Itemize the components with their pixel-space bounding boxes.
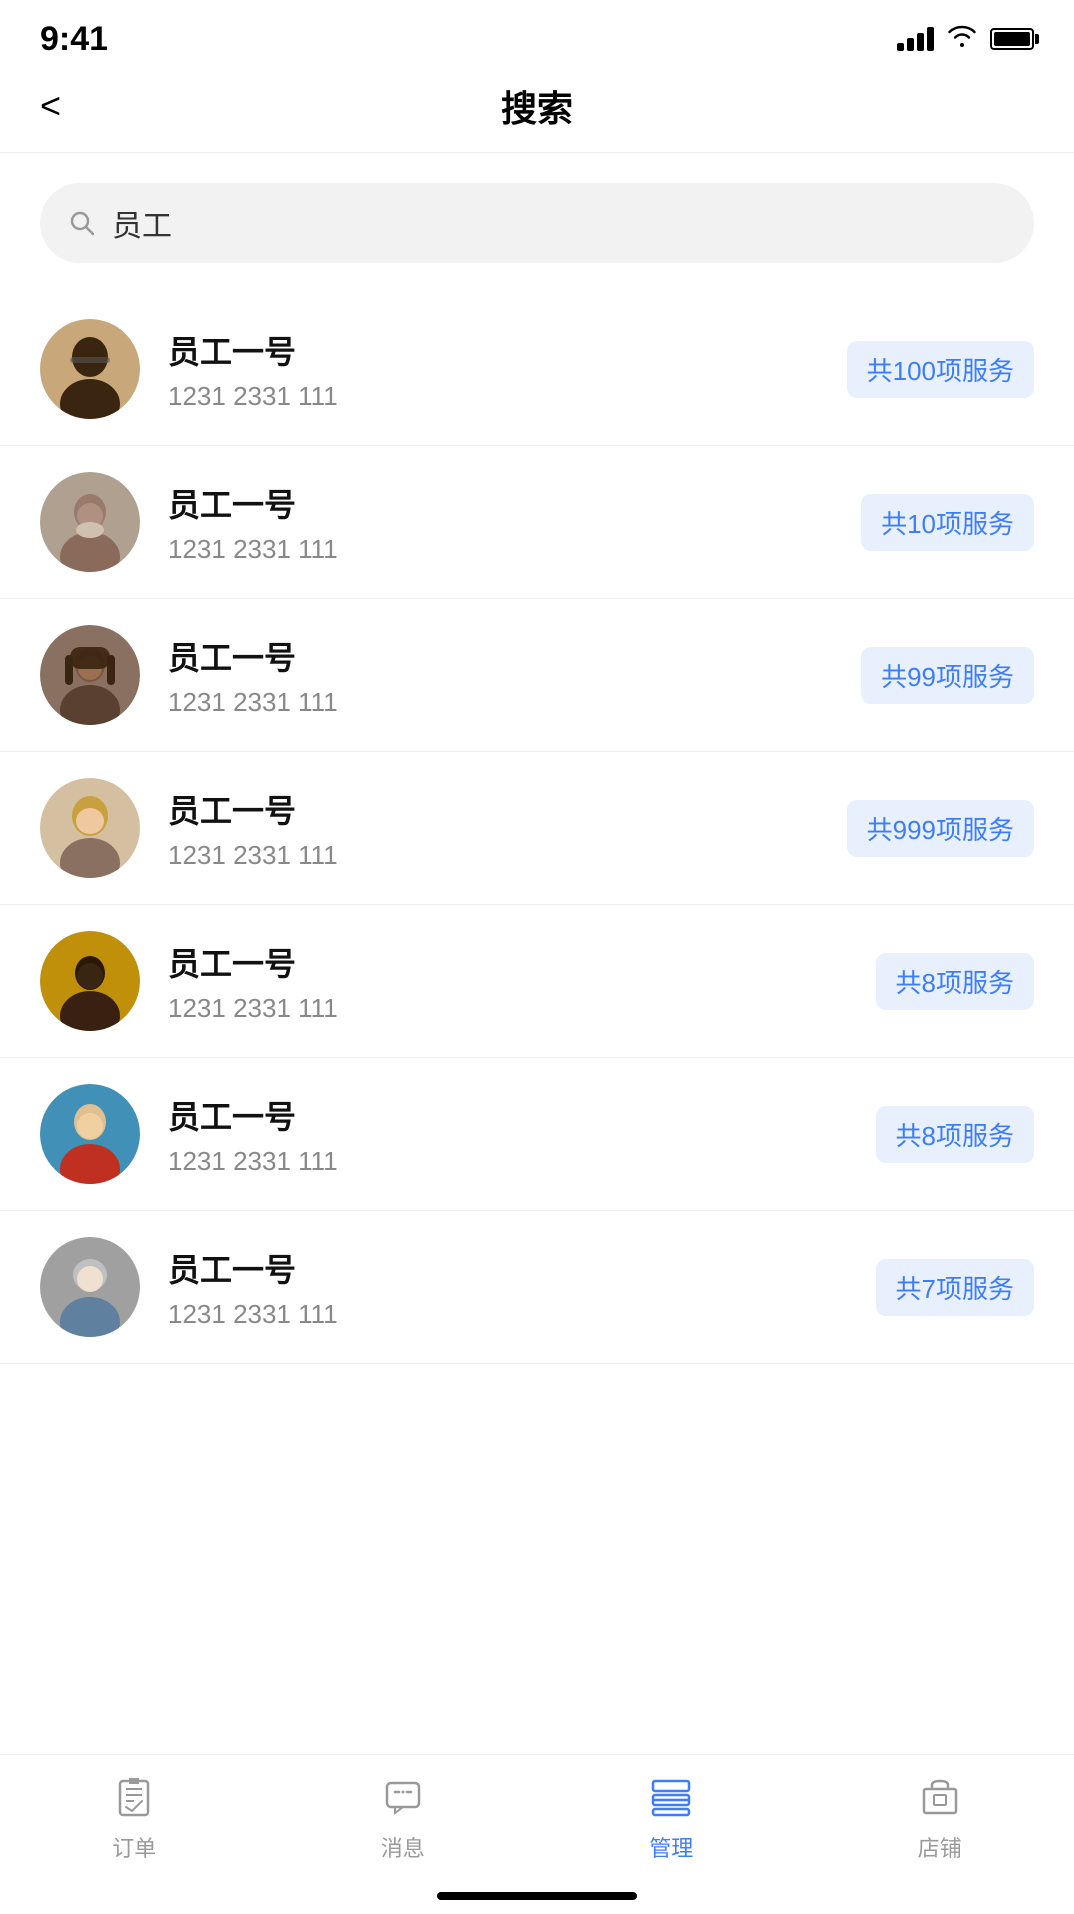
employee-phone: 1231 2331 111 — [168, 534, 861, 565]
service-badge: 共7项服务 — [876, 1259, 1034, 1316]
employee-info: 员工一号 1231 2331 111 — [168, 633, 861, 718]
nav-label-manage: 管理 — [649, 1831, 693, 1863]
list-item[interactable]: 员工一号 1231 2331 111 共8项服务 — [0, 1058, 1074, 1211]
list-item[interactable]: 员工一号 1231 2331 111 共100项服务 — [0, 293, 1074, 446]
employee-info: 员工一号 1231 2331 111 — [168, 786, 847, 871]
manage-icon — [645, 1771, 697, 1823]
list-item[interactable]: 员工一号 1231 2331 111 共999项服务 — [0, 752, 1074, 905]
employee-phone: 1231 2331 111 — [168, 840, 847, 871]
status-time: 9:41 — [40, 20, 108, 59]
employee-phone: 1231 2331 111 — [168, 381, 847, 412]
avatar — [40, 625, 140, 725]
page-title: 搜索 — [501, 80, 573, 132]
search-container: 员工 — [0, 153, 1074, 283]
service-badge: 共8项服务 — [876, 1106, 1034, 1163]
service-badge: 共99项服务 — [861, 647, 1034, 704]
nav-item-manage[interactable]: 管理 — [537, 1771, 806, 1863]
employee-name: 员工一号 — [168, 1245, 876, 1291]
avatar — [40, 1084, 140, 1184]
employee-name: 员工一号 — [168, 939, 876, 985]
battery-icon — [990, 28, 1034, 50]
back-button[interactable]: < — [40, 85, 61, 127]
employee-info: 员工一号 1231 2331 111 — [168, 1092, 876, 1177]
status-bar: 9:41 — [0, 0, 1074, 70]
nav-label-orders: 订单 — [112, 1831, 156, 1863]
orders-icon — [108, 1771, 160, 1823]
search-icon — [68, 209, 96, 237]
employee-phone: 1231 2331 111 — [168, 1299, 876, 1330]
service-badge: 共100项服务 — [847, 341, 1034, 398]
employee-phone: 1231 2331 111 — [168, 993, 876, 1024]
status-icons — [897, 23, 1034, 56]
avatar — [40, 931, 140, 1031]
nav-label-shop: 店铺 — [918, 1831, 962, 1863]
service-badge: 共8项服务 — [876, 953, 1034, 1010]
nav-item-messages[interactable]: 消息 — [269, 1771, 538, 1863]
employee-info: 员工一号 1231 2331 111 — [168, 939, 876, 1024]
wifi-icon — [946, 23, 978, 56]
messages-icon — [377, 1771, 429, 1823]
employee-info: 员工一号 1231 2331 111 — [168, 327, 847, 412]
service-badge: 共10项服务 — [861, 494, 1034, 551]
employee-name: 员工一号 — [168, 786, 847, 832]
search-input[interactable]: 员工 — [112, 201, 172, 245]
nav-item-shop[interactable]: 店铺 — [806, 1771, 1074, 1863]
employee-name: 员工一号 — [168, 327, 847, 373]
home-indicator — [437, 1892, 637, 1900]
employee-name: 员工一号 — [168, 633, 861, 679]
employee-list: 员工一号 1231 2331 111 共100项服务 员工一号 1231 233… — [0, 283, 1074, 1374]
bottom-nav: 订单 消息 管理 店铺 — [0, 1754, 1074, 1914]
employee-info: 员工一号 1231 2331 111 — [168, 480, 861, 565]
shop-icon — [914, 1771, 966, 1823]
list-item[interactable]: 员工一号 1231 2331 111 共99项服务 — [0, 599, 1074, 752]
service-badge: 共999项服务 — [847, 800, 1034, 857]
avatar — [40, 778, 140, 878]
employee-name: 员工一号 — [168, 1092, 876, 1138]
page-header: < 搜索 — [0, 70, 1074, 153]
employee-info: 员工一号 1231 2331 111 — [168, 1245, 876, 1330]
list-item[interactable]: 员工一号 1231 2331 111 共7项服务 — [0, 1211, 1074, 1364]
nav-item-orders[interactable]: 订单 — [0, 1771, 269, 1863]
nav-label-messages: 消息 — [381, 1831, 425, 1863]
avatar — [40, 472, 140, 572]
employee-phone: 1231 2331 111 — [168, 687, 861, 718]
signal-icon — [897, 27, 934, 51]
employee-name: 员工一号 — [168, 480, 861, 526]
list-item[interactable]: 员工一号 1231 2331 111 共10项服务 — [0, 446, 1074, 599]
employee-phone: 1231 2331 111 — [168, 1146, 876, 1177]
avatar — [40, 319, 140, 419]
avatar — [40, 1237, 140, 1337]
list-item[interactable]: 员工一号 1231 2331 111 共8项服务 — [0, 905, 1074, 1058]
search-bar[interactable]: 员工 — [40, 183, 1034, 263]
